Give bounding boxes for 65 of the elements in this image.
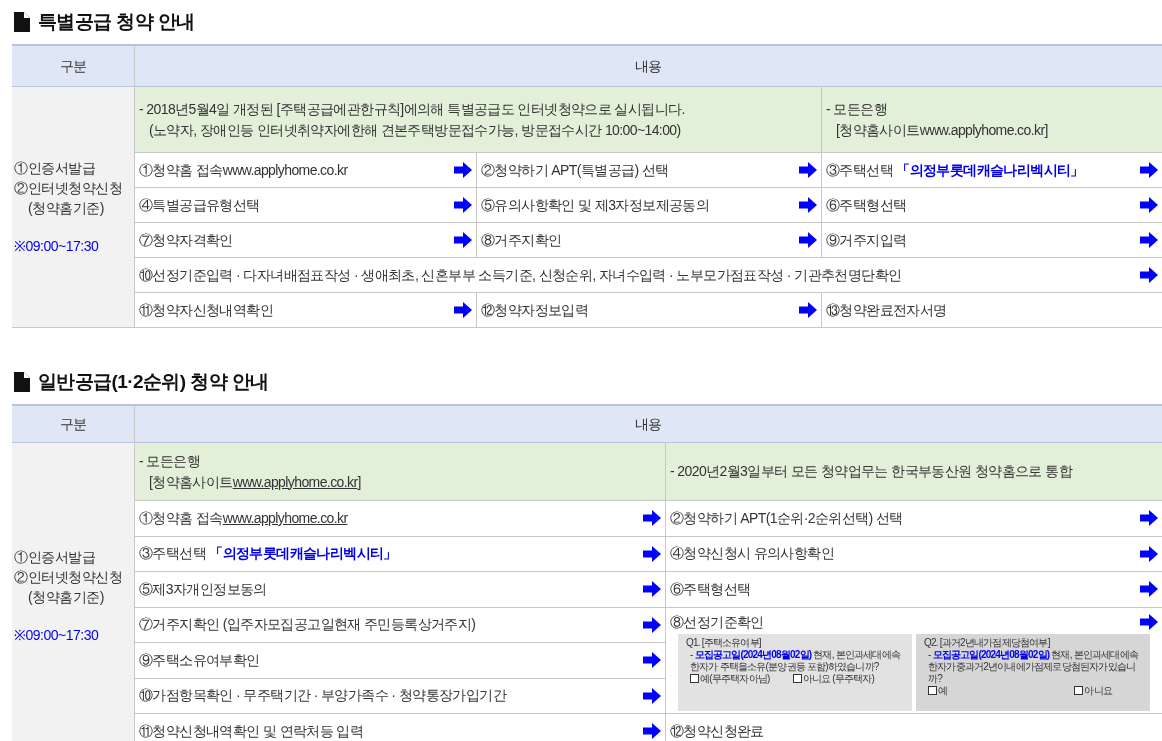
step-text: ①청약홈 접속 (139, 508, 223, 528)
column-header: 구분 (59, 414, 87, 434)
step-text: ⑤제3자개인정보동의 (139, 579, 267, 599)
step-text: ②청약하기 APT(특별공급) 선택 (481, 160, 669, 180)
step-text: ⑧거주지확인 (481, 230, 562, 250)
step-text: ⑤유의사항확인 및 제3자정보제공동의 (481, 195, 710, 215)
category-text: ②인터넷청약신청 (14, 179, 123, 198)
step-text: ⑩가점항목확인 · 무주택기간 · 부양가족수 · 청약통장가입기간 (139, 686, 506, 706)
notice-text: - 모든은행 (826, 99, 888, 119)
service-hours: ※09:00~17:30 (14, 237, 100, 256)
option-label: 아니요 (1084, 684, 1112, 697)
step-text: ⑨거주지입력 (826, 230, 907, 250)
category-text: ①인증서발급 (14, 159, 96, 178)
step-text: ④청약신청시 유의사항확인 (670, 544, 835, 564)
step-text: ③주택선택 (139, 544, 207, 564)
step-text: ⑫청약신청완료 (670, 721, 764, 741)
step-text: ⑦거주지확인 (입주자모집공고일현재 주민등록상거주지) (139, 615, 476, 635)
category-text: ①인증서발급 (14, 547, 96, 567)
step-text: ⑨주택소유여부확인 (139, 650, 260, 670)
step-text: ③주택선택 (826, 160, 894, 180)
service-hours: ※09:00~17:30 (14, 625, 100, 645)
step-text: ④특별공급유형선택 (139, 195, 260, 215)
notice-text: - 모든은행 (139, 451, 200, 471)
category-text: (청약홈기준) (27, 199, 105, 218)
checkbox[interactable] (690, 674, 699, 683)
column-header: 내용 (635, 414, 662, 434)
checkbox[interactable] (1074, 686, 1084, 695)
step-text: ⑥주택형선택 (826, 195, 907, 215)
question-title: Q1. [주택소유여부] (686, 636, 762, 649)
step-text: ⑪청약신청내역확인 및 연락처등 입력 (139, 721, 364, 741)
section-title: 특별공급 청약 안내 (38, 9, 195, 34)
option-label: 예(무주택자아님) (700, 672, 770, 685)
step-text: ⑫청약자정보입력 (481, 300, 589, 320)
step-text: ⑪청약자신청내역확인 (139, 300, 273, 320)
complex-name: 「의정부롯데캐슬나리벡시티」 (896, 160, 1084, 180)
notice-text: (노약자, 장애인등 인터넷취약자에한해 견본주택방문접수가능, 방문접수시간 10:00~14:00) (148, 120, 682, 140)
question-text: - 모집공고일(2024년08월02일) 현재, 본인과세대에속한자가중과거2년이내에가점제로당첨된자가있습니까? (927, 648, 1140, 685)
column-header: 구분 (59, 56, 87, 76)
step-text: ②청약하기 APT(1순위·2순위선택) 선택 (670, 508, 903, 528)
step-text: ⑩선정기준입력 · 다자녀배점표작성 · 생애최초, 신혼부부 소득기준, 신청순위, 자녀수입력 · 노부모가점표작성 · 기관추천명단확인 (139, 265, 902, 285)
checkbox[interactable] (792, 674, 802, 683)
section-title: 일반공급(1·2순위) 청약 안내 (38, 369, 269, 394)
checkbox[interactable] (928, 686, 937, 695)
category-text: (청약홈기준) (27, 587, 105, 607)
step-text: ⑥주택형선택 (670, 579, 751, 599)
document-icon (14, 372, 30, 392)
option-label: 아니요 (무주택자) (802, 672, 874, 685)
document-icon (14, 12, 30, 32)
question-title: Q2. [과거2년내가점제당첨여부] (924, 636, 1051, 649)
step-text: ⑧선정기준확인 (670, 612, 764, 632)
website-link[interactable]: www.applyhome.co.kr (222, 507, 348, 529)
option-label: 예 (938, 684, 948, 697)
step-text: ①청약홈 접속www.applyhome.co.kr (139, 160, 348, 180)
column-header: 내용 (635, 56, 662, 76)
category-text: ②인터넷청약신청 (14, 567, 123, 587)
complex-name: 「의정부롯데캐슬나리벡시티」 (209, 544, 397, 564)
step-text: ⑬청약완료전자서명 (826, 300, 947, 320)
website-link[interactable]: www.applyhome.co.kr (232, 471, 358, 493)
question-text: - 모집공고일(2024년08월02일) 현재, 본인과세대에속한자가 주택을소유(분양권등 포함)하였습니까? (689, 648, 902, 673)
notice-text: [청약홈사이트 (149, 472, 233, 492)
notice-text: [청약홈사이트www.applyhome.co.kr] (835, 120, 1049, 140)
notice-text: - 2018년5월4일 개정된 [주택공급에관한규칙]에의해 특별공급도 인터넷청약으로 실시됩니다. (139, 99, 686, 119)
notice-text: - 2020년2월3일부터 모든 청약업무는 한국부동산원 청약홈으로 통합 (670, 462, 1072, 481)
step-text: ⑦청약자격확인 (139, 230, 233, 250)
notice-text: ] (357, 472, 361, 492)
